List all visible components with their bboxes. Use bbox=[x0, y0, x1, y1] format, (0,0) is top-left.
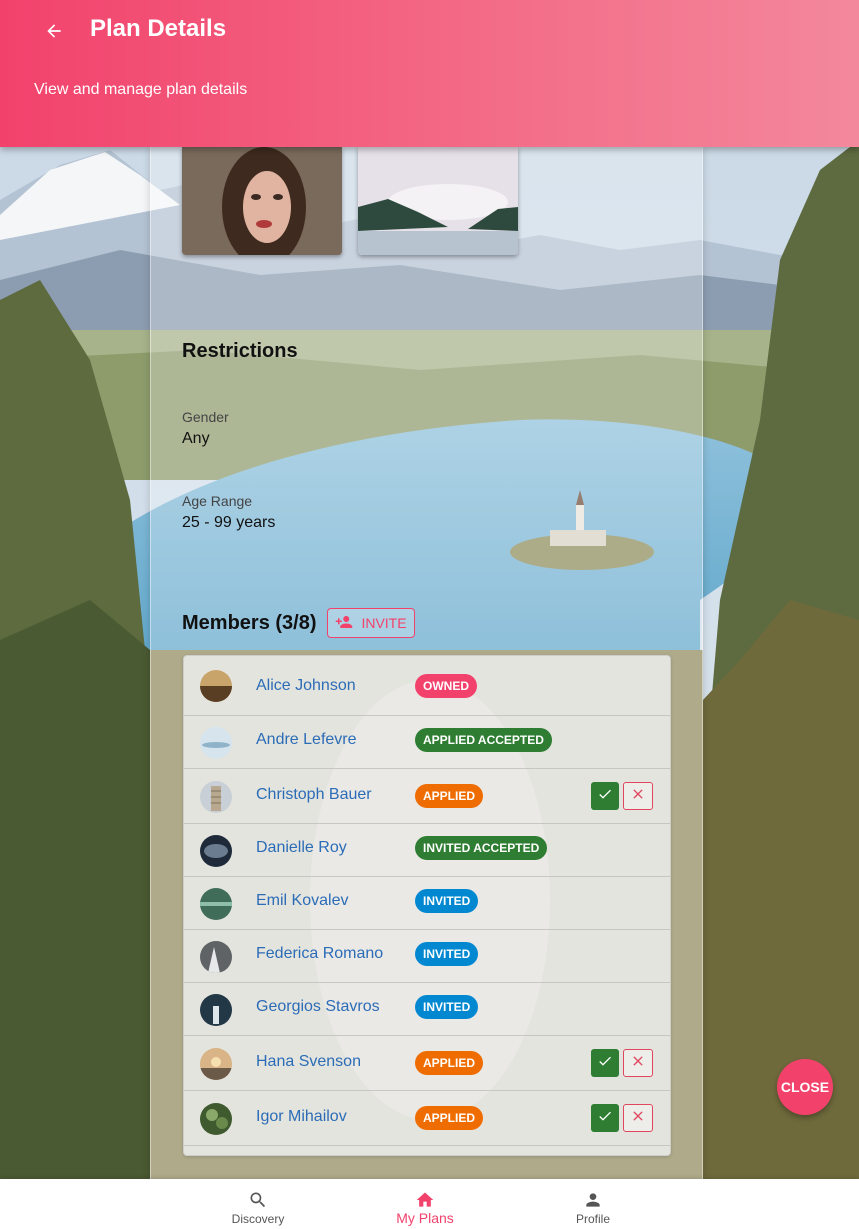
member-row-christoph-bauer: Christoph Bauer APPLIED bbox=[184, 769, 670, 824]
avatar bbox=[200, 941, 232, 973]
home-icon bbox=[414, 1190, 436, 1210]
member-row-federica-romano: Federica Romano INVITED bbox=[184, 930, 670, 983]
member-name[interactable]: Alice Johnson bbox=[256, 677, 356, 695]
age-range-label: Age Range bbox=[182, 493, 253, 509]
nav-label-discovery: Discovery bbox=[231, 1212, 285, 1226]
person-icon bbox=[583, 1190, 603, 1210]
member-name[interactable]: Christoph Bauer bbox=[256, 786, 372, 804]
invite-button[interactable]: INVITE bbox=[327, 608, 415, 638]
close-icon bbox=[630, 786, 646, 807]
avatar bbox=[200, 1048, 232, 1080]
gender-value: Any bbox=[182, 430, 210, 447]
check-icon bbox=[597, 786, 613, 807]
reject-button[interactable] bbox=[623, 1049, 653, 1077]
member-name[interactable]: Igor Mihailov bbox=[256, 1108, 347, 1126]
members-heading: Members (3/8) bbox=[182, 612, 317, 634]
member-row-hana-svenson: Hana Svenson APPLIED bbox=[184, 1036, 670, 1091]
plan-photo-lake-fog[interactable] bbox=[358, 147, 518, 255]
back-button[interactable] bbox=[36, 18, 72, 48]
avatar bbox=[200, 994, 232, 1026]
member-row-andre-lefevre: Andre Lefevre APPLIED ACCEPTED bbox=[184, 716, 670, 769]
person-add-icon bbox=[335, 613, 353, 634]
avatar bbox=[200, 781, 232, 813]
plan-details-content: Restrictions Gender Any Age Range 25 - 9… bbox=[150, 147, 703, 1179]
status-badge: INVITED ACCEPTED bbox=[415, 836, 548, 860]
status-badge: APPLIED bbox=[415, 1051, 484, 1075]
member-row-alice-johnson: Alice Johnson OWNED bbox=[184, 656, 670, 716]
member-name[interactable]: Georgios Stavros bbox=[256, 998, 380, 1016]
avatar bbox=[200, 1103, 232, 1135]
avatar bbox=[200, 727, 232, 759]
member-name[interactable]: Danielle Roy bbox=[256, 839, 347, 857]
status-badge: APPLIED bbox=[415, 1106, 484, 1130]
plan-photo-portrait[interactable] bbox=[182, 147, 342, 255]
top-app-bar: Plan Details View and manage plan detail… bbox=[0, 0, 859, 147]
member-name[interactable]: Federica Romano bbox=[256, 945, 383, 963]
status-badge: INVITED bbox=[415, 942, 479, 966]
gender-label: Gender bbox=[182, 409, 229, 425]
accept-button[interactable] bbox=[591, 1104, 619, 1132]
member-name[interactable]: Hana Svenson bbox=[256, 1053, 361, 1071]
avatar bbox=[200, 888, 232, 920]
search-icon bbox=[248, 1190, 268, 1210]
page-subtitle: View and manage plan details bbox=[34, 81, 248, 98]
nav-label-my-plans: My Plans bbox=[396, 1210, 454, 1226]
age-range-value: 25 - 99 years bbox=[182, 514, 276, 531]
check-icon bbox=[597, 1108, 613, 1129]
member-name[interactable]: Andre Lefevre bbox=[256, 731, 357, 749]
arrow-back-icon bbox=[44, 21, 64, 46]
close-button[interactable]: CLOSE bbox=[777, 1059, 833, 1115]
member-row-danielle-roy: Danielle Roy INVITED ACCEPTED bbox=[184, 824, 670, 877]
check-icon bbox=[597, 1053, 613, 1074]
member-name[interactable]: Emil Kovalev bbox=[256, 892, 348, 910]
invite-label: INVITE bbox=[361, 615, 407, 631]
close-icon bbox=[630, 1053, 646, 1074]
member-row-georgios-stavros: Georgios Stavros INVITED bbox=[184, 983, 670, 1036]
nav-item-profile[interactable]: Profile bbox=[538, 1179, 648, 1229]
nav-item-my-plans[interactable]: My Plans bbox=[370, 1179, 480, 1229]
member-row-emil-kovalev: Emil Kovalev INVITED bbox=[184, 877, 670, 930]
nav-label-profile: Profile bbox=[575, 1212, 610, 1226]
member-row-igor-mihailov: Igor Mihailov APPLIED bbox=[184, 1091, 670, 1146]
avatar bbox=[200, 835, 232, 867]
nav-item-discovery[interactable]: Discovery bbox=[203, 1179, 313, 1229]
status-badge: OWNED bbox=[415, 674, 477, 698]
status-badge: APPLIED bbox=[415, 784, 484, 808]
status-badge: INVITED bbox=[415, 995, 479, 1019]
restrictions-heading: Restrictions bbox=[182, 340, 298, 362]
status-badge: INVITED bbox=[415, 889, 479, 913]
status-badge: APPLIED ACCEPTED bbox=[415, 728, 552, 752]
close-icon bbox=[630, 1108, 646, 1129]
bottom-navigation: Discovery My Plans Profile bbox=[0, 1179, 859, 1229]
avatar bbox=[200, 670, 232, 702]
page-title: Plan Details bbox=[90, 15, 227, 42]
reject-button[interactable] bbox=[623, 782, 653, 810]
members-list: Alice Johnson OWNED Andre Lefevre APPLIE… bbox=[183, 655, 671, 1156]
reject-button[interactable] bbox=[623, 1104, 653, 1132]
accept-button[interactable] bbox=[591, 1049, 619, 1077]
accept-button[interactable] bbox=[591, 782, 619, 810]
